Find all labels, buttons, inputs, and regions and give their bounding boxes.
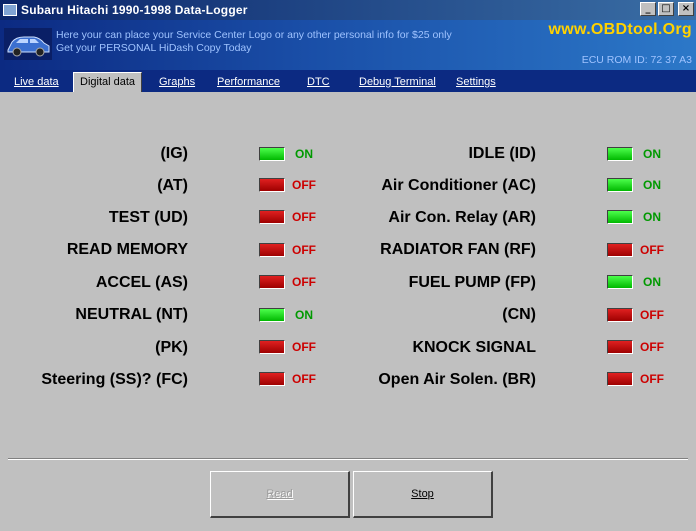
app-icon — [3, 4, 17, 16]
close-button[interactable]: × — [678, 2, 694, 16]
signal-label: ACCEL (AS) — [95, 274, 188, 291]
status-text: ON — [643, 178, 661, 192]
ecu-rom-id: ECU ROM ID: 72 37 A3 — [581, 54, 692, 66]
status-led — [259, 372, 285, 386]
read-button-label: Read — [266, 488, 293, 500]
status-text: OFF — [640, 243, 664, 257]
status-led — [259, 340, 285, 354]
status-text: ON — [295, 147, 313, 161]
signal-label: FUEL PUMP (FP) — [408, 274, 536, 291]
window-title: Subaru Hitachi 1990-1998 Data-Logger — [21, 3, 248, 17]
status-led — [607, 372, 633, 386]
signal-label: Steering (SS)? (FC) — [41, 371, 188, 388]
signal-label: Air Con. Relay (AR) — [388, 209, 536, 226]
status-led — [607, 308, 633, 322]
status-text: ON — [295, 308, 313, 322]
tab-dtc[interactable]: DTC — [307, 73, 330, 92]
status-text: OFF — [292, 243, 316, 257]
title-bar[interactable]: Subaru Hitachi 1990-1998 Data-Logger _ □… — [0, 0, 696, 20]
brand-link[interactable]: www.OBDtool.Org — [549, 21, 692, 39]
status-led — [607, 147, 633, 161]
stop-button-label: Stop — [411, 488, 434, 500]
status-led — [259, 210, 285, 224]
banner-line-1: Here your can place your Service Center … — [56, 29, 452, 41]
tab-graphs[interactable]: Graphs — [159, 73, 195, 92]
status-text: OFF — [292, 210, 316, 224]
signal-label: Air Conditioner (AC) — [381, 177, 536, 194]
signal-label: (AT) — [157, 177, 188, 194]
banner-line-2: Get your PERSONAL HiDash Copy Today — [56, 42, 252, 54]
signal-label: NEUTRAL (NT) — [75, 306, 188, 323]
status-led — [259, 147, 285, 161]
banner: Here your can place your Service Center … — [0, 20, 696, 70]
tab-live-data[interactable]: Live data — [14, 73, 59, 92]
status-text: OFF — [292, 340, 316, 354]
tab-digital-data[interactable]: Digital data — [73, 72, 143, 93]
status-led — [259, 243, 285, 257]
signal-label: RADIATOR FAN (RF) — [380, 241, 536, 258]
status-led — [607, 275, 633, 289]
tab-debug-terminal[interactable]: Debug Terminal — [359, 73, 436, 92]
status-text: ON — [643, 275, 661, 289]
signal-label: Open Air Solen. (BR) — [378, 371, 536, 388]
status-led — [259, 308, 285, 322]
banner-text: Here your can place your Service Center … — [56, 29, 452, 55]
minimize-button[interactable]: _ — [640, 2, 656, 16]
car-icon — [4, 28, 52, 60]
status-text: OFF — [292, 178, 316, 192]
status-led — [259, 178, 285, 192]
signal-label: KNOCK SIGNAL — [412, 339, 536, 356]
tab-performance[interactable]: Performance — [217, 73, 280, 92]
stop-button[interactable]: Stop — [353, 471, 493, 518]
status-led — [607, 340, 633, 354]
digital-data-panel: (IG) ON (AT) OFF TEST (UD) OFF READ MEMO… — [0, 92, 696, 531]
read-button[interactable]: Read — [210, 471, 350, 518]
signal-label: (CN) — [502, 306, 536, 323]
signal-label: (IG) — [160, 145, 188, 162]
tab-bar: Live data Digital data Graphs Performanc… — [0, 70, 696, 93]
signal-label: IDLE (ID) — [468, 145, 536, 162]
status-text: OFF — [292, 275, 316, 289]
status-led — [607, 178, 633, 192]
status-text: ON — [643, 210, 661, 224]
status-text: ON — [643, 147, 661, 161]
window-controls: _ □ × — [640, 2, 694, 16]
maximize-button[interactable]: □ — [658, 2, 674, 16]
status-text: OFF — [640, 372, 664, 386]
status-led — [259, 275, 285, 289]
signal-label: TEST (UD) — [108, 209, 188, 226]
signal-label: READ MEMORY — [66, 241, 188, 258]
status-led — [607, 210, 633, 224]
signal-label: (PK) — [155, 339, 188, 356]
status-text: OFF — [292, 372, 316, 386]
status-text: OFF — [640, 308, 664, 322]
status-text: OFF — [640, 340, 664, 354]
separator — [8, 458, 688, 460]
tab-settings[interactable]: Settings — [456, 73, 496, 92]
status-led — [607, 243, 633, 257]
